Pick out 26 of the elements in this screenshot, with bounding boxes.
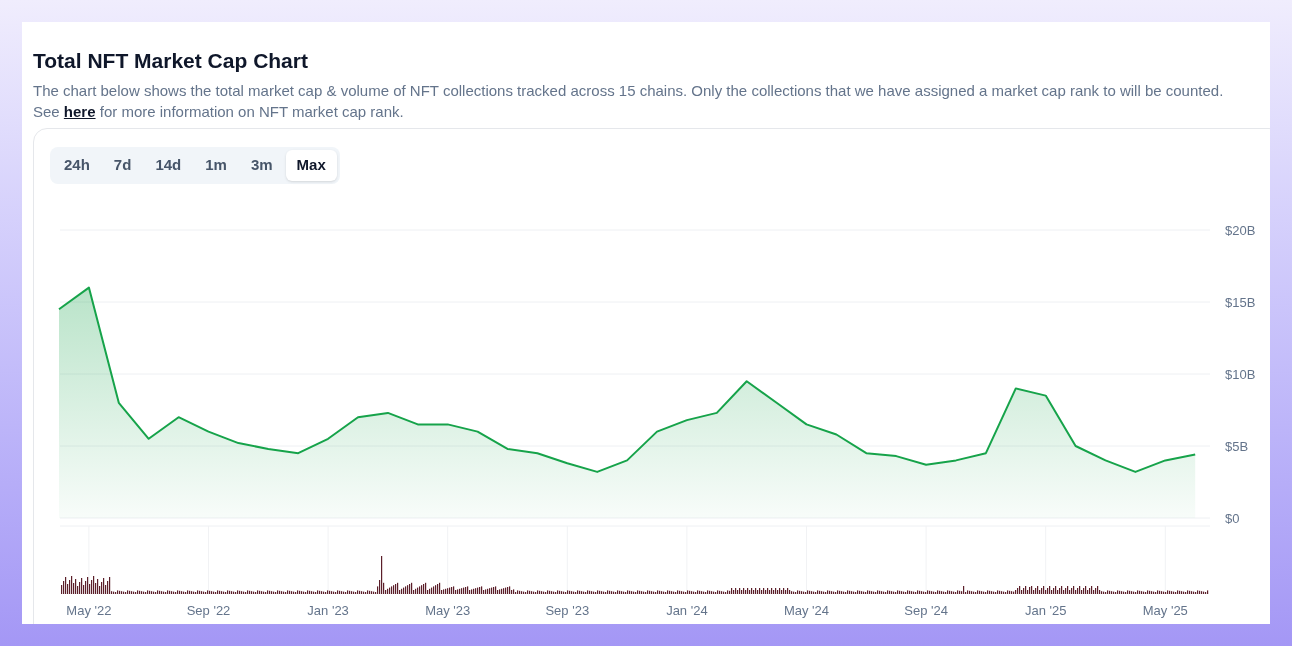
x-axis-label: Sep '22 (186, 603, 231, 618)
y-axis-label: $5B (1225, 439, 1249, 454)
description-text: See (33, 103, 61, 120)
info-link[interactable]: here (63, 103, 96, 120)
x-axis-label: Jan '25 (1024, 603, 1067, 618)
description-text: The chart below shows the total market cap & volume of NFT collections tracked across 15 chains. Only the collections that we have assigned a market cap rank to will be counted. (33, 81, 1225, 101)
x-axis-label: May '24 (783, 603, 830, 618)
range-tab[interactable]: Max (285, 150, 337, 181)
x-axis-label: May '25 (1142, 603, 1188, 618)
page-title: Total NFT Market Cap Chart (33, 48, 309, 74)
range-tab[interactable]: 14d (144, 150, 193, 181)
x-axis-label: Sep '23 (545, 603, 590, 618)
x-axis-label: May '22 (66, 603, 112, 618)
range-tab[interactable]: 3m (239, 150, 284, 181)
x-axis-label: May '23 (425, 603, 471, 618)
range-tab[interactable]: 24h (53, 150, 101, 181)
y-axis-label: $20B (1225, 223, 1256, 238)
y-axis-label: $10B (1225, 367, 1256, 382)
x-axis-label: Jan '23 (307, 603, 349, 618)
description-text: for more information on NFT market cap rank. (98, 103, 404, 120)
x-axis-label: Jan '24 (666, 603, 708, 618)
x-axis-label: Sep '24 (904, 603, 948, 618)
range-tab[interactable]: 7d (102, 150, 143, 181)
y-axis-label: $0 (1225, 511, 1240, 526)
range-tab[interactable]: 1m (194, 150, 238, 181)
y-axis-label: $15B (1225, 295, 1256, 310)
